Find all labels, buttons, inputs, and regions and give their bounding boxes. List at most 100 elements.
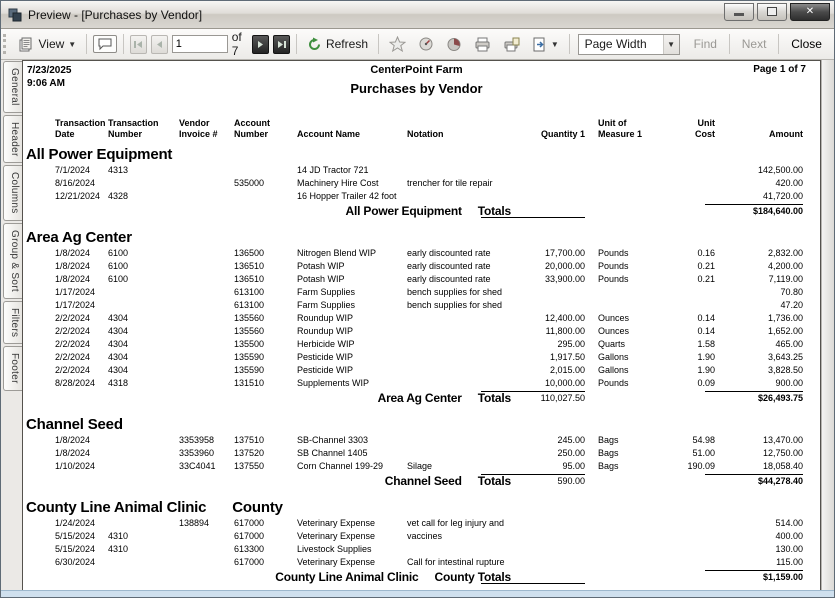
- cell-unit_cost: [676, 286, 715, 299]
- cell-account: 613100: [234, 286, 297, 299]
- cell-invoice: [179, 299, 234, 312]
- cell-account: 535000: [234, 177, 297, 190]
- cell-account_name: Veterinary Expense: [297, 517, 407, 530]
- print-layout-icon: [503, 37, 520, 52]
- cell-unit_cost: 0.21: [676, 260, 715, 273]
- cell-invoice: [179, 556, 234, 569]
- cell-number: [108, 447, 179, 460]
- gauge-button[interactable]: [414, 35, 438, 53]
- cell-number: 4304: [108, 364, 179, 377]
- cell-unit_cost: 54.98: [676, 434, 715, 447]
- cell-account: 135560: [234, 325, 297, 338]
- cell-account: 617000: [234, 517, 297, 530]
- cell-date: 1/17/2024: [55, 286, 108, 299]
- cell-invoice: [179, 530, 234, 543]
- cell-invoice: [179, 164, 234, 177]
- cell-date: 5/15/2024: [55, 530, 108, 543]
- col-header: Quantity 1: [521, 129, 585, 140]
- cell-unit_cost: 190.09: [676, 460, 715, 473]
- cell-account_name: 14 JD Tractor 721: [297, 164, 407, 177]
- cell-date: 6/30/2024: [55, 556, 108, 569]
- cell-account: 617000: [234, 530, 297, 543]
- cell-qty: 245.00: [521, 434, 585, 447]
- totals-amount: $184,640.00: [705, 204, 803, 218]
- sidebar-tab-footer[interactable]: Footer: [3, 346, 22, 391]
- cell-account: 617000: [234, 556, 297, 569]
- cell-account: 131510: [234, 377, 297, 390]
- sidebar-tab-header[interactable]: Header: [3, 115, 22, 164]
- chevron-down-icon[interactable]: ▼: [663, 35, 679, 54]
- cell-account_name: Farm Supplies: [297, 286, 407, 299]
- cell-account: 137510: [234, 434, 297, 447]
- find-next-button[interactable]: Next: [736, 37, 773, 51]
- cell-amount: 465.00: [715, 338, 803, 351]
- cell-amount: 900.00: [715, 377, 803, 390]
- cell-date: 1/8/2024: [55, 273, 108, 286]
- cell-date: 7/1/2024: [55, 164, 108, 177]
- table-row: 8/28/20244318131510Supplements WIP10,000…: [23, 377, 820, 390]
- restore-button[interactable]: [757, 3, 787, 21]
- cell-uom: Gallons: [585, 364, 676, 377]
- cell-number: 4304: [108, 351, 179, 364]
- minimize-button[interactable]: [724, 3, 754, 21]
- totals-amount: $26,493.75: [705, 391, 803, 405]
- cell-unit_cost: [676, 517, 715, 530]
- cell-unit_cost: [676, 164, 715, 177]
- cell-uom: [585, 530, 676, 543]
- cell-unit_cost: [676, 556, 715, 569]
- favorites-button[interactable]: [385, 34, 410, 54]
- prev-page-icon: [155, 40, 163, 49]
- cell-number: 6100: [108, 260, 179, 273]
- sidebar-tab-general[interactable]: General: [3, 61, 22, 113]
- view-button[interactable]: View ▼: [14, 34, 80, 54]
- last-page-button[interactable]: [273, 35, 290, 54]
- refresh-button[interactable]: Refresh: [303, 35, 372, 54]
- sidebar-tab-group-sort[interactable]: Group & Sort: [3, 223, 22, 299]
- prev-page-button[interactable]: [151, 35, 168, 54]
- next-page-button[interactable]: [252, 35, 269, 54]
- print-button[interactable]: [470, 35, 495, 54]
- cell-account: 137520: [234, 447, 297, 460]
- view-label: View: [38, 37, 64, 51]
- vertical-scrollbar[interactable]: [821, 60, 834, 590]
- report-date: 7/23/2025: [27, 64, 177, 77]
- cell-amount: 47.20: [715, 299, 803, 312]
- cell-date: 1/8/2024: [55, 260, 108, 273]
- cell-account: 137550: [234, 460, 297, 473]
- printer-icon: [474, 37, 491, 52]
- cell-account_name: Farm Supplies: [297, 299, 407, 312]
- cell-amount: 130.00: [715, 543, 803, 556]
- cell-notation: [407, 312, 521, 325]
- page-number-input[interactable]: [172, 35, 228, 53]
- zoom-select[interactable]: Page Width ▼: [578, 34, 680, 55]
- zoom-value: Page Width: [579, 37, 663, 51]
- cell-qty: 17,700.00: [521, 247, 585, 260]
- cell-uom: [585, 190, 676, 203]
- cell-account_name: Pesticide WIP: [297, 364, 407, 377]
- sidebar-tab-filters[interactable]: Filters: [3, 301, 22, 344]
- comment-toggle-button[interactable]: [93, 35, 117, 53]
- chart-button[interactable]: [442, 35, 466, 54]
- export-button[interactable]: ▼: [528, 35, 563, 54]
- first-page-button[interactable]: [130, 35, 147, 54]
- sidebar-tab-columns[interactable]: Columns: [3, 165, 22, 221]
- close-preview-button[interactable]: Close: [785, 37, 828, 51]
- group-name: All Power Equipment: [26, 146, 172, 163]
- cell-number: [108, 517, 179, 530]
- cell-number: [108, 460, 179, 473]
- col-header: Transaction Number: [108, 118, 179, 140]
- toolbar-grip[interactable]: [3, 34, 8, 54]
- group-name-secondary: County: [232, 499, 282, 516]
- find-button[interactable]: Find: [688, 37, 723, 51]
- close-window-button[interactable]: ✕: [790, 3, 830, 21]
- cell-account_name: Supplements WIP: [297, 377, 407, 390]
- cell-notation: [407, 447, 521, 460]
- cell-invoice: [179, 247, 234, 260]
- cell-notation: bench supplies for shed: [407, 286, 521, 299]
- cell-qty: 10,000.00: [521, 377, 585, 390]
- print-layout-button[interactable]: [499, 35, 524, 54]
- report-body: All Power Equipment7/1/2024431314 JD Tra…: [23, 146, 820, 584]
- cell-date: 1/8/2024: [55, 247, 108, 260]
- cell-amount: 514.00: [715, 517, 803, 530]
- cell-number: 4304: [108, 312, 179, 325]
